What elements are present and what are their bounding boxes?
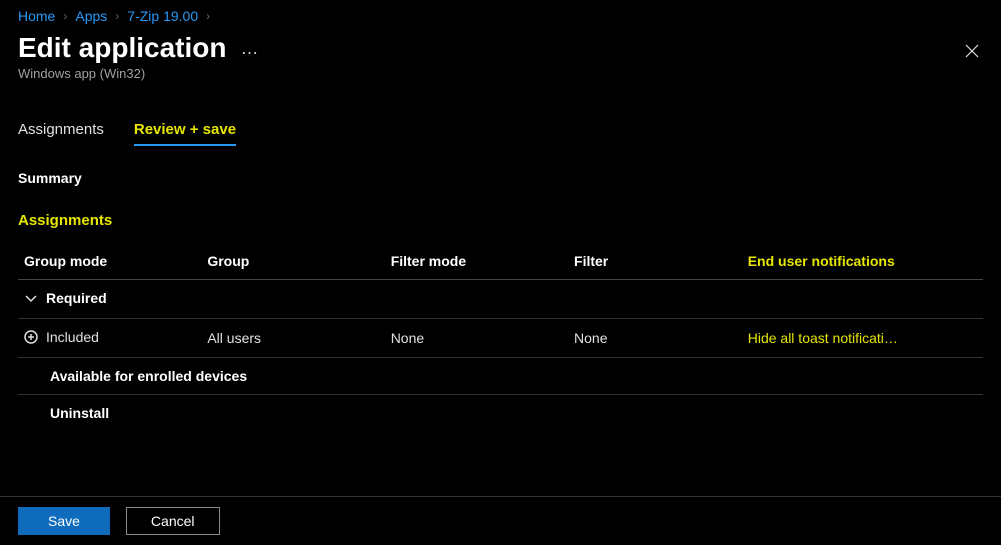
close-button[interactable] xyxy=(965,44,979,63)
wizard-tabs: Assignments Review + save xyxy=(18,121,983,146)
summary-label: Summary xyxy=(18,170,983,186)
included-notifications: Hide all toast notificati… xyxy=(742,319,983,358)
col-group: Group xyxy=(201,243,384,280)
row-required[interactable]: Required xyxy=(18,280,983,319)
included-filter-mode: None xyxy=(385,319,568,358)
uninstall-label: Uninstall xyxy=(24,405,109,421)
col-end-user-notifications: End user notifications xyxy=(742,243,983,280)
chevron-right-icon: › xyxy=(115,9,119,23)
available-label: Available for enrolled devices xyxy=(24,368,247,384)
page-subtitle: Windows app (Win32) xyxy=(18,66,983,81)
more-options-button[interactable]: … xyxy=(240,38,258,59)
assignments-heading: Assignments xyxy=(18,212,983,229)
tab-assignments[interactable]: Assignments xyxy=(18,121,104,146)
row-included: Included All users None None Hide all to… xyxy=(18,319,983,358)
cancel-button[interactable]: Cancel xyxy=(126,507,220,535)
col-group-mode: Group mode xyxy=(18,243,201,280)
breadcrumb: Home › Apps › 7-Zip 19.00 › xyxy=(18,4,983,32)
plus-circle-icon xyxy=(24,330,38,344)
close-icon xyxy=(965,44,979,58)
assignments-table: Group mode Group Filter mode Filter End … xyxy=(18,243,983,431)
included-filter: None xyxy=(568,319,742,358)
footer: Save Cancel xyxy=(0,496,1001,545)
breadcrumb-apps[interactable]: Apps xyxy=(75,8,107,24)
included-group: All users xyxy=(201,319,384,358)
col-filter: Filter xyxy=(568,243,742,280)
chevron-right-icon: › xyxy=(206,9,210,23)
chevron-down-icon xyxy=(24,291,38,305)
page-title: Edit application xyxy=(18,32,226,64)
required-label: Required xyxy=(46,290,107,306)
included-mode: Included xyxy=(46,329,99,345)
breadcrumb-home[interactable]: Home xyxy=(18,8,55,24)
col-filter-mode: Filter mode xyxy=(385,243,568,280)
tab-review-save[interactable]: Review + save xyxy=(134,121,236,146)
chevron-right-icon: › xyxy=(63,9,67,23)
save-button[interactable]: Save xyxy=(18,507,110,535)
row-available[interactable]: Available for enrolled devices xyxy=(18,358,983,395)
row-uninstall[interactable]: Uninstall xyxy=(18,395,983,432)
breadcrumb-app[interactable]: 7-Zip 19.00 xyxy=(127,8,198,24)
